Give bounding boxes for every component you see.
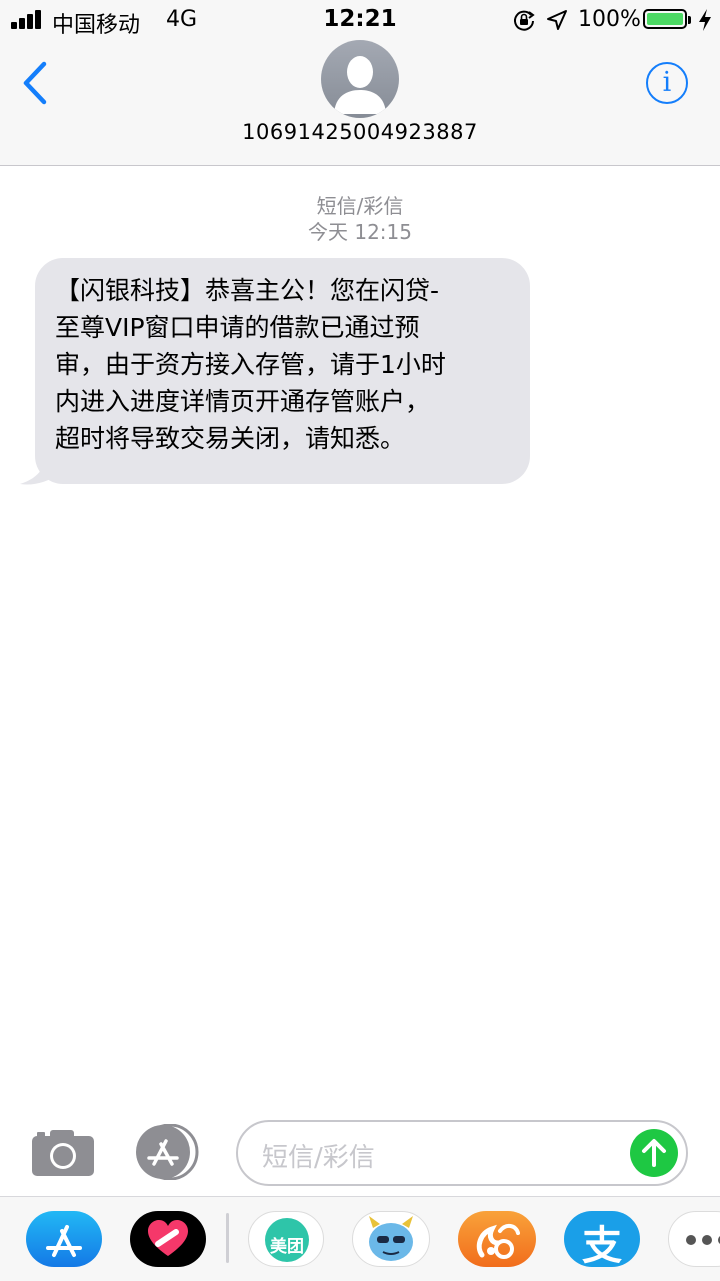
meituan-icon[interactable]: 美团 xyxy=(248,1211,324,1267)
battery-percent: 100% xyxy=(578,7,641,32)
info-icon[interactable]: i xyxy=(646,62,688,104)
message-line: 审，由于资方接入存管，请于1小时 xyxy=(55,350,446,379)
monster-glyph xyxy=(369,1216,413,1261)
message-timestamp: 今天 12:15 xyxy=(308,220,412,244)
message-line: 【闪银科技】恭喜主公！您在闪贷- xyxy=(55,276,440,305)
alipay-icon[interactable]: 支 xyxy=(564,1211,640,1267)
camera-icon[interactable] xyxy=(30,1128,96,1178)
contact-avatar[interactable] xyxy=(321,40,399,118)
message-type-label: 短信/彩信 xyxy=(316,194,404,218)
uc-glyph xyxy=(476,1224,520,1259)
arrow-up-icon xyxy=(642,1139,666,1167)
alipay-label: 支 xyxy=(582,1223,622,1267)
contact-number[interactable]: 10691425004923887 xyxy=(0,120,720,144)
app-store-icon[interactable] xyxy=(134,1124,204,1180)
charging-icon xyxy=(699,9,711,31)
drawer-divider xyxy=(226,1213,229,1263)
app-store-icon[interactable] xyxy=(26,1211,102,1267)
message-line: 超时将导致交易关闭，请知悉。 xyxy=(55,424,406,453)
status-bar: 中国移动 4G 12:21 100% xyxy=(0,0,720,40)
message-line: 至尊VIP窗口申请的借款已通过预 xyxy=(55,313,420,342)
meituan-label: 美团 xyxy=(270,1237,304,1257)
message-line: 内进入进度详情页开通存管账户， xyxy=(55,387,431,416)
conversation-header: 10691425004923887 i xyxy=(0,40,720,166)
app-store-glyph xyxy=(46,1225,82,1257)
heart-icon[interactable] xyxy=(130,1211,206,1267)
battery-cap xyxy=(688,16,691,24)
location-icon xyxy=(547,10,567,30)
more-icon[interactable] xyxy=(668,1211,720,1267)
orientation-lock-icon xyxy=(514,10,535,31)
incoming-message-bubble[interactable]: 【闪银科技】恭喜主公！您在闪贷- 至尊VIP窗口申请的借款已通过预 审，由于资方… xyxy=(35,258,530,484)
monster-face-icon[interactable] xyxy=(352,1211,430,1267)
chevron-left-icon[interactable] xyxy=(18,60,52,106)
battery-icon xyxy=(643,9,687,29)
imessage-app-drawer: 美团 支 xyxy=(0,1196,720,1281)
more-dots-glyph xyxy=(686,1235,720,1245)
message-input-placeholder: 短信/彩信 xyxy=(262,1143,375,1173)
digital-touch-glyph xyxy=(148,1220,188,1256)
send-button[interactable] xyxy=(630,1129,678,1177)
person-silhouette-icon xyxy=(334,56,386,114)
uc-squirrel-icon[interactable] xyxy=(458,1211,536,1267)
